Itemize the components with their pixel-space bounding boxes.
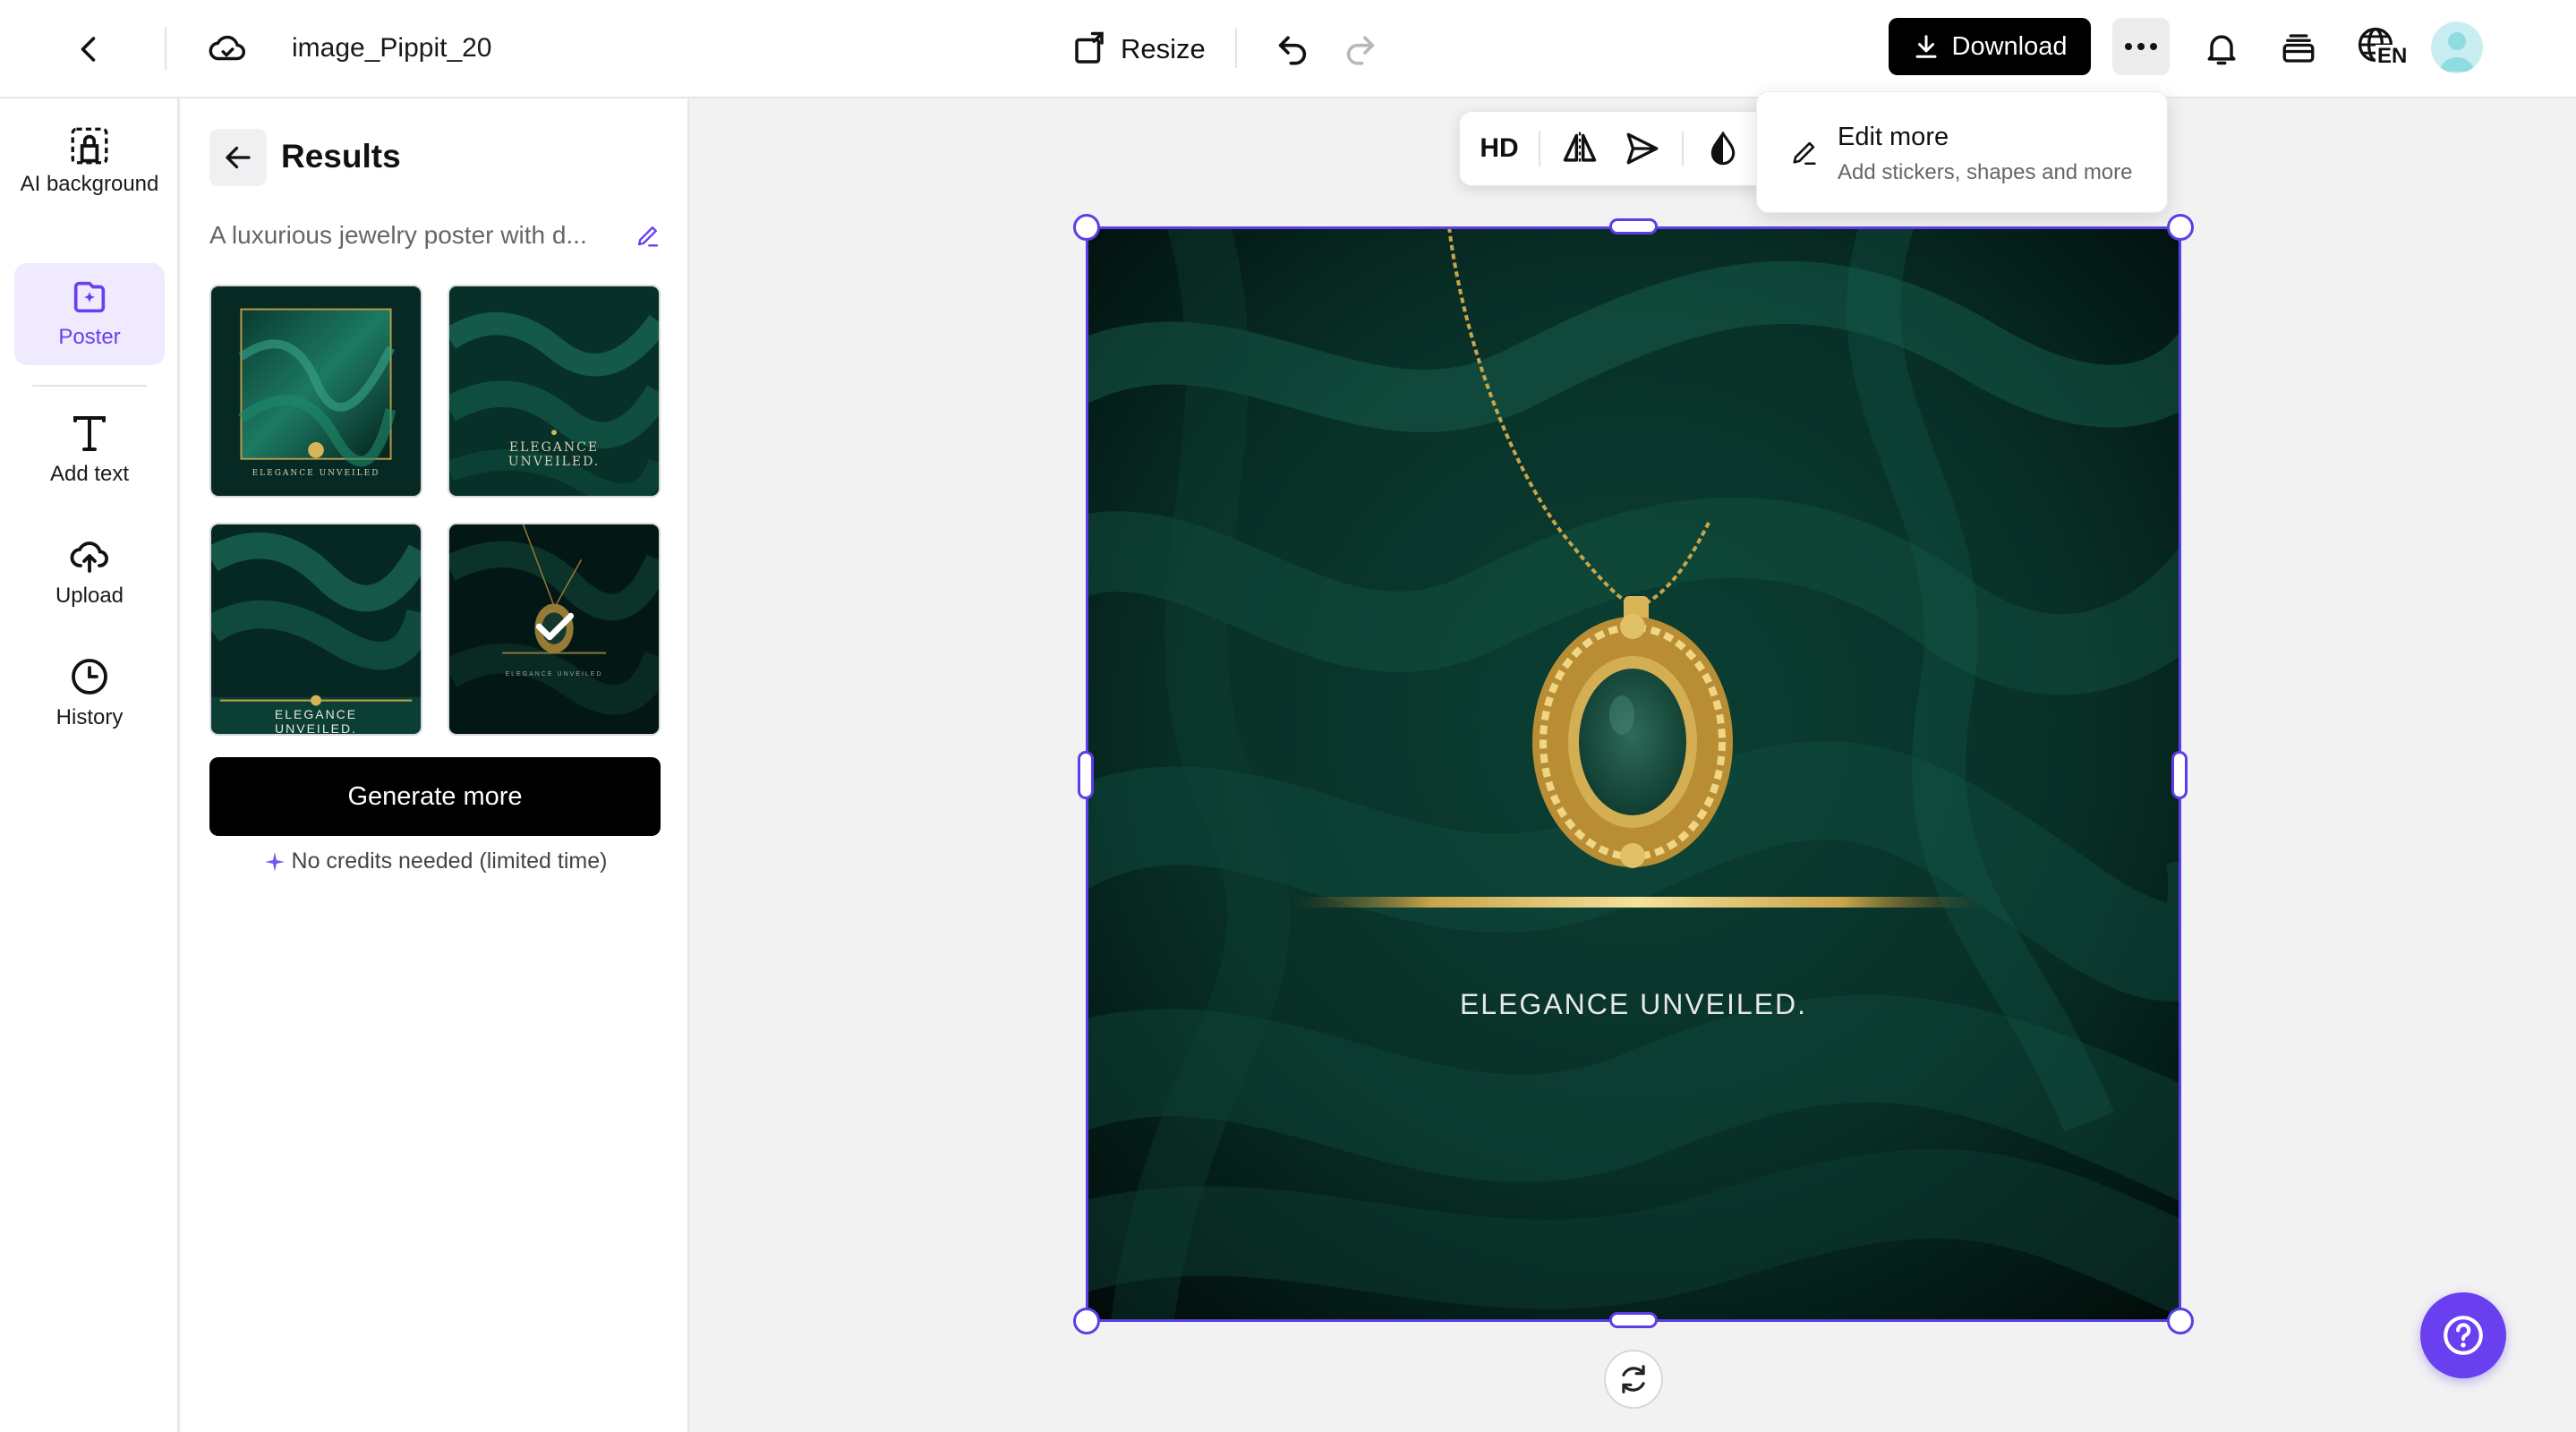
prompt-row: A luxurious jewelry poster with d... — [209, 215, 666, 256]
chevron-left-icon — [81, 37, 96, 62]
thumbnail-caption: ELEGANCE UNVEILED — [505, 671, 603, 678]
toolbar-divider — [1539, 131, 1540, 166]
panel-title: Results — [281, 138, 401, 175]
resize-handle-top[interactable] — [1609, 218, 1658, 234]
layers-button[interactable] — [2273, 23, 2324, 73]
resize-label: Resize — [1121, 33, 1206, 64]
notifications-button[interactable] — [2196, 23, 2247, 73]
thumbnail-image — [211, 524, 421, 734]
edit-more-title: Edit more — [1838, 123, 1949, 151]
pencil-icon — [637, 226, 659, 247]
resize-handle-top-right[interactable] — [2167, 214, 2194, 241]
flip-button[interactable] — [1557, 124, 1603, 174]
download-label: Download — [1951, 31, 2068, 61]
rail-divider — [32, 385, 147, 387]
thumbnail-caption: ELEGANCE UNVEILED. — [508, 440, 601, 469]
rail-item-label: Upload — [55, 584, 124, 608]
resize-handle-bottom-right[interactable] — [2167, 1308, 2194, 1334]
prompt-text: A luxurious jewelry poster with d... — [209, 221, 587, 249]
rail-item-label: AI background — [20, 172, 159, 196]
resize-handle-bottom[interactable] — [1609, 1312, 1658, 1328]
layers-icon — [2282, 34, 2315, 63]
redo-button[interactable] — [1337, 25, 1384, 72]
result-thumbnail[interactable]: ELEGANCE UNVEILED. — [209, 523, 422, 736]
resize-handle-bottom-left[interactable] — [1073, 1308, 1100, 1334]
opacity-drop-icon — [1710, 131, 1736, 166]
result-thumbnail-selected[interactable]: ELEGANCE UNVEILED — [448, 523, 661, 736]
rail-item-ai-background[interactable]: AI background — [14, 124, 165, 231]
resize-handle-left[interactable] — [1078, 751, 1094, 799]
opacity-button[interactable] — [1700, 124, 1746, 174]
back-button[interactable] — [68, 28, 111, 71]
download-button[interactable]: Download — [1889, 18, 2091, 75]
rail-item-label: Add text — [49, 462, 130, 486]
hd-label: HD — [1480, 133, 1519, 163]
pencil-icon — [1793, 141, 1816, 166]
left-tool-rail: AI background Poster Add text Upload His… — [0, 98, 179, 1432]
text-icon — [73, 416, 106, 451]
help-button[interactable] — [2420, 1292, 2506, 1378]
resize-icon — [1075, 31, 1104, 64]
download-icon — [1915, 35, 1936, 58]
divider — [165, 27, 166, 70]
thumbnail-caption: ELEGANCE UNVEILED. — [274, 707, 358, 736]
top-bar: image_Pippit_20 Resize Download EN — [0, 0, 2576, 98]
resize-handle-top-left[interactable] — [1073, 214, 1100, 241]
more-options-button[interactable] — [2112, 18, 2170, 75]
poster-icon — [73, 281, 106, 313]
poster-caption-text[interactable]: ELEGANCE UNVEILED. — [1087, 988, 2180, 1021]
redo-icon — [1346, 36, 1375, 65]
edit-prompt-button[interactable] — [630, 217, 666, 253]
thumbnail-image — [211, 286, 421, 496]
image-floating-toolbar: HD — [1459, 111, 1790, 186]
history-clock-icon — [72, 659, 107, 695]
file-name[interactable]: image_Pippit_20 — [292, 30, 492, 66]
rotate-button[interactable] — [1604, 1350, 1663, 1409]
sparkle-icon — [264, 851, 285, 872]
rail-item-add-text[interactable]: Add text — [14, 412, 165, 501]
poster-artwork — [1087, 227, 2180, 1321]
panel-back-button[interactable] — [209, 129, 267, 186]
hd-button[interactable]: HD — [1476, 124, 1523, 174]
ai-background-icon — [71, 127, 108, 165]
generate-more-button[interactable]: Generate more — [209, 757, 661, 836]
user-avatar-icon — [2440, 32, 2474, 72]
resize-handle-right[interactable] — [2171, 751, 2188, 799]
rail-item-poster[interactable]: Poster — [14, 263, 165, 365]
rail-item-upload[interactable]: Upload — [14, 533, 165, 623]
send-icon — [1626, 132, 1659, 165]
credits-note: No credits needed (limited time) — [209, 848, 661, 874]
upload-cloud-icon — [70, 541, 108, 573]
avatar[interactable] — [2431, 21, 2483, 73]
question-icon — [2444, 1316, 2483, 1355]
cloud-sync-icon — [209, 35, 245, 61]
undo-button[interactable] — [1269, 25, 1316, 72]
cloud-sync-button[interactable] — [204, 25, 251, 72]
flip-horizontal-icon — [1563, 132, 1597, 166]
credits-text: No credits needed (limited time) — [291, 848, 608, 874]
language-code: EN — [2376, 44, 2410, 68]
divider — [1235, 29, 1237, 68]
generate-more-label: Generate more — [347, 781, 523, 811]
send-button[interactable] — [1619, 124, 1666, 174]
results-panel: Results A luxurious jewelry poster with … — [181, 98, 689, 1432]
bell-icon — [2207, 35, 2236, 65]
rail-item-history[interactable]: History — [14, 655, 165, 745]
rail-item-label: History — [55, 705, 124, 729]
ellipsis-icon — [2125, 43, 2157, 50]
result-thumbnail[interactable]: ELEGANCE UNVEILED. — [448, 285, 661, 498]
edit-more-subtitle: Add stickers, shapes and more — [1838, 160, 2133, 184]
edit-more-menu-item[interactable]: Edit more Add stickers, shapes and more — [1756, 91, 2168, 213]
thumbnail-caption: ELEGANCE UNVEILED — [252, 469, 380, 478]
result-thumbnail[interactable]: ELEGANCE UNVEILED — [209, 285, 422, 498]
rail-item-label: Poster — [58, 325, 121, 349]
arrow-left-icon — [226, 146, 251, 169]
resize-button[interactable]: Resize — [1070, 24, 1206, 74]
undo-icon — [1278, 36, 1307, 65]
rotate-icon — [1622, 1365, 1645, 1394]
toolbar-divider — [1682, 131, 1684, 166]
thumbnail-image — [449, 524, 659, 734]
language-button[interactable]: EN — [2352, 21, 2415, 75]
poster-canvas-image[interactable]: ELEGANCE UNVEILED. — [1087, 227, 2180, 1321]
